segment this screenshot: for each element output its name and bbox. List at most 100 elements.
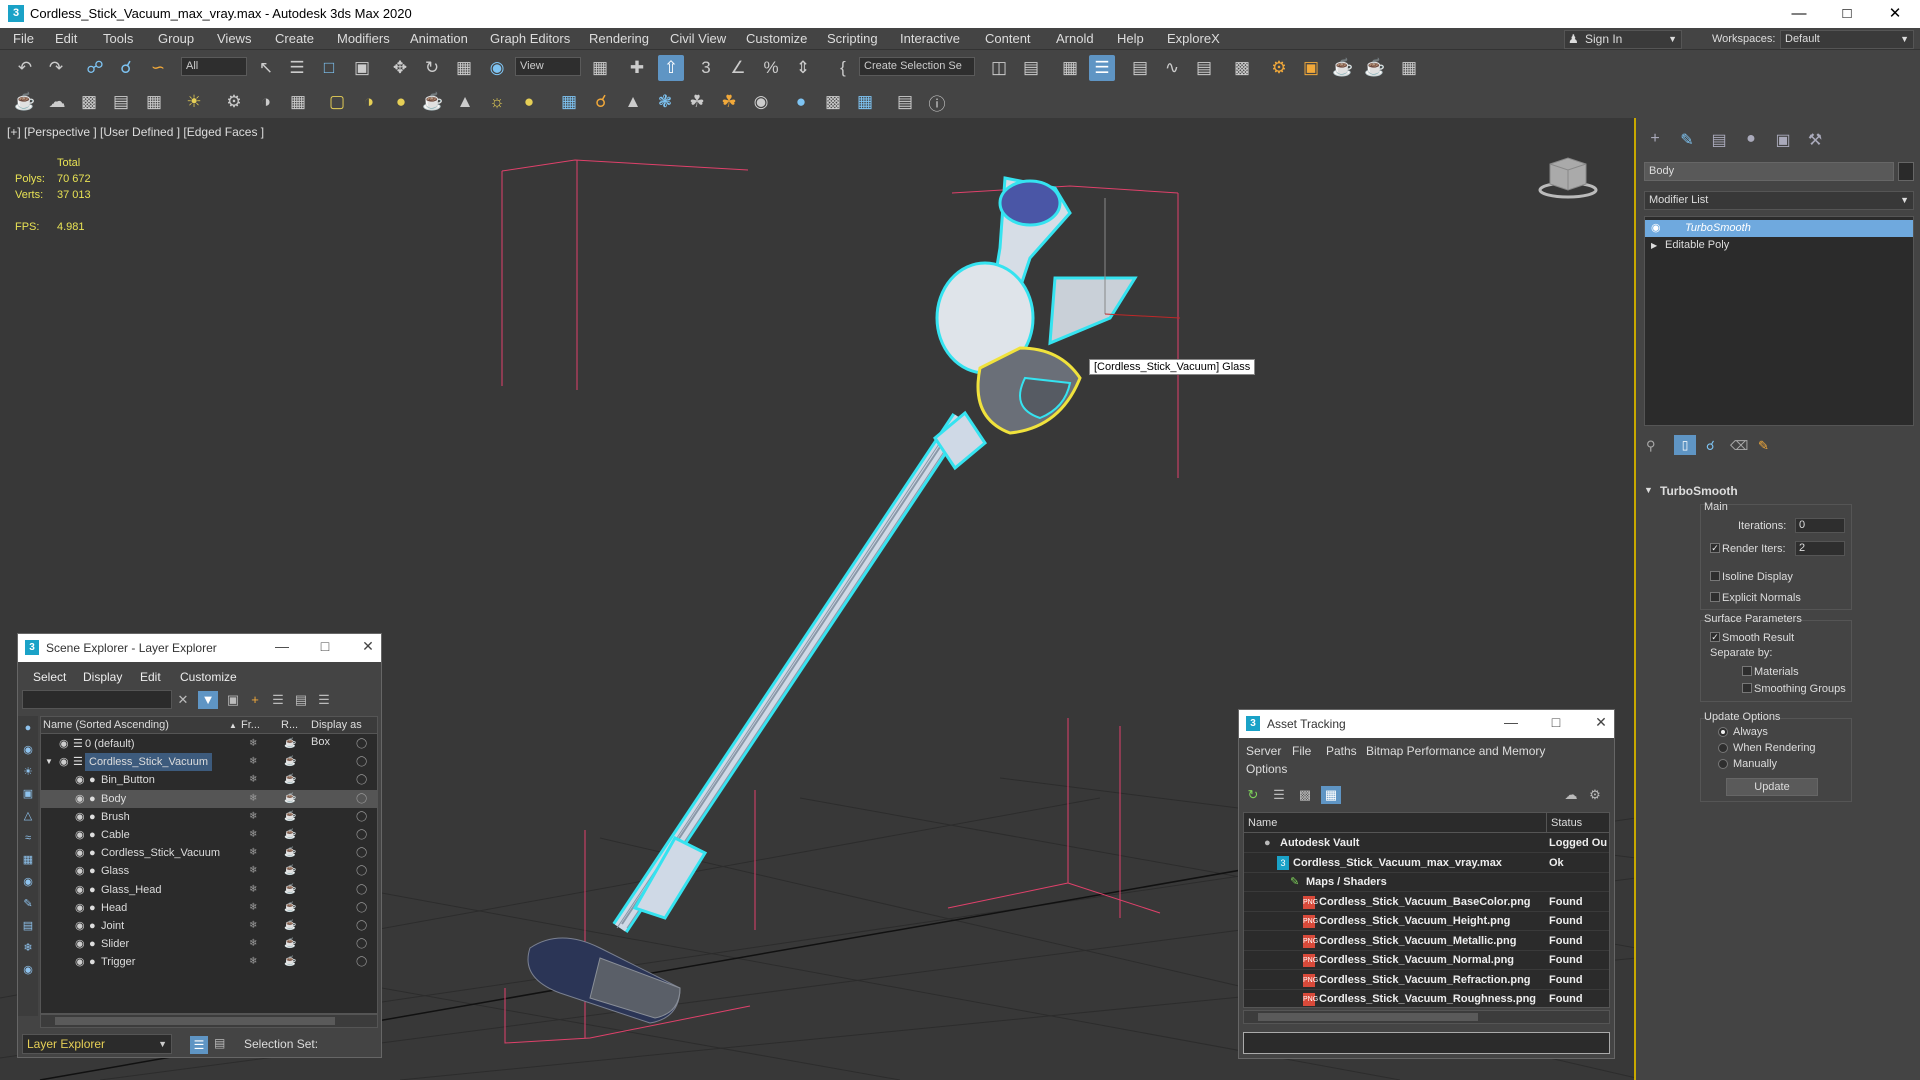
add-layer-icon[interactable]: + — [245, 691, 265, 709]
select-object-icon[interactable]: ↖ — [253, 55, 279, 81]
box-display-icon[interactable]: ◯ — [356, 790, 367, 808]
thumbnail-view-icon[interactable]: ▩ — [1295, 786, 1315, 804]
vray-ies-light-icon[interactable]: ☕ — [420, 89, 446, 115]
render-icon[interactable]: ☕ — [284, 753, 296, 771]
modify-tab-icon[interactable]: ✎ — [1676, 130, 1698, 150]
layer-row[interactable]: ◉ ● Joint ❄ ☕ ◯ — [41, 917, 377, 935]
menu-customize[interactable]: Customize — [746, 31, 807, 46]
menu-rendering[interactable]: Rendering — [589, 31, 649, 46]
menu-create[interactable]: Create — [275, 31, 314, 46]
display-groups-icon[interactable]: ▦ — [20, 852, 36, 868]
isoline-display-checkbox[interactable] — [1710, 571, 1720, 581]
freeze-icon[interactable]: ❄ — [249, 953, 257, 971]
layer-row[interactable]: ◉ ● Glass_Head ❄ ☕ ◯ — [41, 881, 377, 899]
layer-row[interactable]: ▼ ◉ ☰ Cordless_Stick_Vacuum ❄ ☕ ◯ — [41, 753, 377, 772]
modifier-list-dropdown[interactable]: Modifier List ▼ — [1644, 191, 1914, 210]
box-display-icon[interactable]: ◯ — [356, 771, 367, 789]
create-tab-icon[interactable]: + — [1644, 130, 1666, 150]
render-icon[interactable]: ☕ — [284, 953, 296, 971]
eye-icon[interactable]: ◉ — [75, 917, 85, 935]
search-input[interactable] — [22, 690, 172, 709]
stack-item-editable-poly[interactable]: ▶ Editable Poly — [1645, 237, 1913, 254]
at-menu-file[interactable]: File — [1292, 744, 1311, 758]
always-radio[interactable] — [1718, 727, 1728, 737]
vray-sphere-fade-icon[interactable]: ❃ — [652, 89, 678, 115]
box-display-icon[interactable]: ◯ — [356, 753, 367, 771]
eye-icon[interactable]: ◉ — [59, 753, 69, 771]
cloud-icon[interactable]: ☁ — [44, 89, 70, 115]
vray-table-icon[interactable]: ▦ — [141, 89, 167, 115]
render-iters-spinner[interactable]: 2 — [1795, 541, 1845, 556]
render-icon[interactable]: ☕ — [284, 790, 296, 808]
a360-gallery-icon[interactable]: ▦ — [1396, 55, 1422, 81]
at-menu-options[interactable]: Options — [1246, 762, 1287, 776]
expand-arrow-icon[interactable]: ▶ — [1651, 237, 1657, 254]
layer-row[interactable]: ◉ ☰ 0 (default) ❄ ☕ ◯ — [41, 735, 377, 753]
move-icon[interactable]: ✥ — [387, 55, 413, 81]
col-status-header[interactable]: Status — [1547, 813, 1609, 833]
asset-row[interactable]: 3 Cordless_Stick_Vacuum_max_vray.max Ok — [1244, 854, 1609, 873]
vray-spot-icon[interactable]: ▲ — [452, 89, 478, 115]
freeze-icon[interactable]: ❄ — [249, 826, 257, 844]
show-end-result-icon[interactable]: ▯ — [1674, 435, 1696, 455]
vray-converter-icon[interactable]: ▤ — [892, 89, 918, 115]
menu-scripting[interactable]: Scripting — [827, 31, 878, 46]
vray-sun-icon[interactable]: ☼ — [484, 89, 510, 115]
box-display-icon[interactable]: ◯ — [356, 808, 367, 826]
box-display-icon[interactable]: ◯ — [356, 862, 367, 880]
at-menu-paths[interactable]: Paths — [1326, 744, 1357, 758]
spinner-snap-icon[interactable]: ⇕ — [790, 55, 816, 81]
render-icon[interactable]: ☕ — [284, 935, 296, 953]
freeze-icon[interactable]: ❄ — [249, 844, 257, 862]
asset-row[interactable]: PNG Cordless_Stick_Vacuum_Height.png Found — [1244, 912, 1609, 931]
vray-proxy-icon[interactable]: ▦ — [556, 89, 582, 115]
render-iters-checkbox[interactable]: ✓ — [1710, 543, 1720, 553]
vray-scatter-icon[interactable]: ☘ — [684, 89, 710, 115]
box-display-icon[interactable]: ◯ — [356, 844, 367, 862]
clear-search-icon[interactable]: ✕ — [173, 691, 193, 709]
asset-row[interactable]: ● Autodesk Vault Logged Ou — [1244, 834, 1609, 853]
display-hidden-icon[interactable]: ◉ — [20, 962, 36, 978]
keyboard-shortcut-override-icon[interactable]: ⇧ — [658, 55, 684, 81]
menu-group[interactable]: Group — [158, 31, 194, 46]
maximize-icon[interactable]: □ — [313, 638, 337, 654]
col-render-header[interactable]: R... — [281, 717, 298, 734]
box-display-icon[interactable]: ◯ — [356, 735, 367, 753]
menu-animation[interactable]: Animation — [410, 31, 468, 46]
when-rendering-radio[interactable] — [1718, 743, 1728, 753]
selection-filter-select[interactable]: All — [181, 57, 247, 76]
edit-named-sel-icon[interactable]: { — [830, 55, 856, 81]
link-icon[interactable]: ☍ — [82, 55, 108, 81]
eye-icon[interactable]: ◉ — [75, 953, 85, 971]
display-cameras-icon[interactable]: ▣ — [20, 786, 36, 802]
eye-icon[interactable]: ◉ — [59, 735, 69, 753]
render-icon[interactable]: ☕ — [284, 735, 296, 753]
render-production-icon[interactable]: ☕ — [1330, 55, 1356, 81]
eye-icon[interactable]: ◉ — [75, 862, 85, 880]
eye-icon[interactable]: ◉ — [75, 881, 85, 899]
layer-row[interactable]: ◉ ● Slider ❄ ☕ ◯ — [41, 935, 377, 953]
menu-arnold[interactable]: Arnold — [1056, 31, 1094, 46]
bind-space-warp-icon[interactable]: ∽ — [145, 55, 171, 81]
vray-decal-icon[interactable]: ◉ — [748, 89, 774, 115]
explorer-mode-select[interactable]: Layer Explorer ▼ — [22, 1034, 172, 1054]
workspace-select[interactable]: Default ▼ — [1780, 30, 1914, 49]
layer-row[interactable]: ◉ ● Body ❄ ☕ ◯ — [41, 789, 377, 808]
select-by-name-icon[interactable]: ☰ — [284, 55, 310, 81]
close-icon[interactable]: ✕ — [1589, 714, 1613, 731]
vray-bake-icon[interactable]: ◑ — [253, 89, 279, 115]
render-icon[interactable]: ☕ — [284, 862, 296, 880]
menu-modifiers[interactable]: Modifiers — [337, 31, 390, 46]
toggle-layer-explorer-icon[interactable]: ☰ — [1089, 55, 1115, 81]
layer-row[interactable]: ◉ ● Cordless_Stick_Vacuum ❄ ☕ ◯ — [41, 844, 377, 862]
remove-modifier-icon[interactable]: ⌫ — [1730, 438, 1748, 454]
freeze-icon[interactable]: ❄ — [249, 899, 257, 917]
schematic-view-icon[interactable]: ▤ — [1191, 55, 1217, 81]
table-view-icon[interactable]: ▦ — [1321, 786, 1341, 804]
vray-hf-icon[interactable]: ☘ — [716, 89, 742, 115]
vault-connect-icon[interactable]: ☁ — [1561, 786, 1581, 804]
render-icon[interactable]: ☕ — [284, 899, 296, 917]
ribbon-icon[interactable]: ▤ — [1127, 55, 1153, 81]
asset-row[interactable]: PNG Cordless_Stick_Vacuum_BaseColor.png Fo… — [1244, 893, 1609, 912]
layer-row[interactable]: ◉ ● Brush ❄ ☕ ◯ — [41, 808, 377, 826]
